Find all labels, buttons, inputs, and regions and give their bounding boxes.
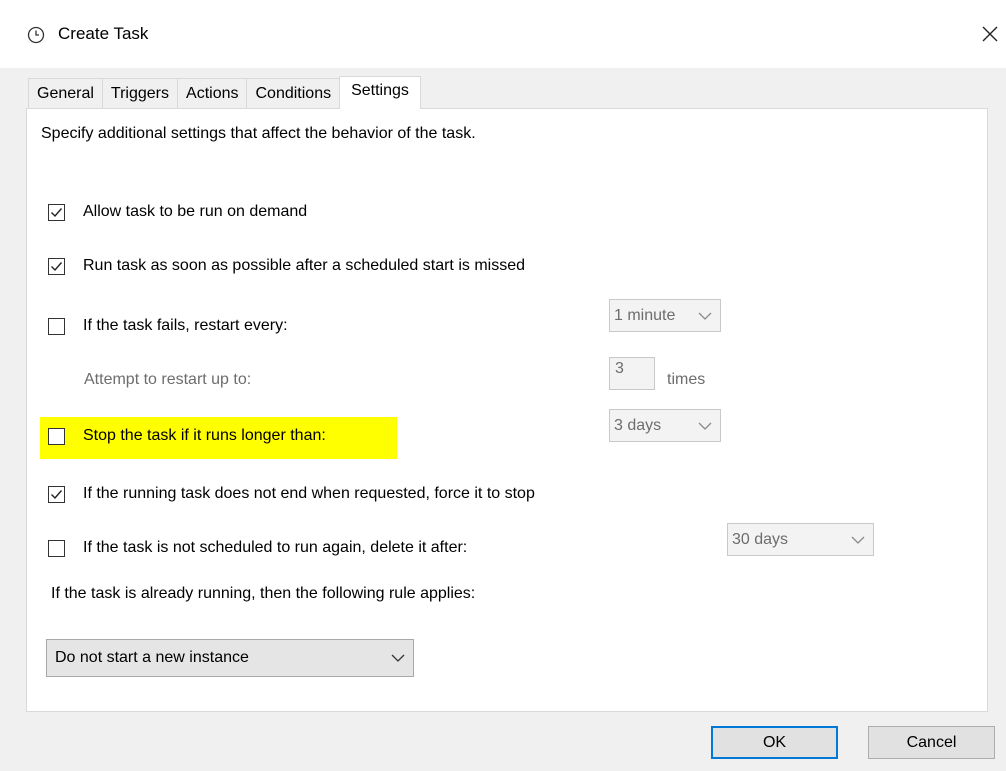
restart-every-label: If the task fails, restart every: — [83, 317, 288, 334]
stop-duration-value: 3 days — [614, 416, 662, 434]
create-task-dialog: Create Task General Triggers Actions Con… — [0, 0, 1006, 771]
tab-triggers[interactable]: Triggers — [101, 78, 179, 109]
checkmark-icon — [51, 489, 63, 499]
force-stop-checkbox[interactable] — [48, 485, 65, 503]
tab-conditions[interactable]: Conditions — [246, 78, 341, 109]
title-bar: Create Task — [0, 0, 1006, 68]
restart-attempts-unit: times — [667, 371, 706, 388]
restart-attempts-input[interactable]: 3 — [609, 357, 655, 390]
allow-on-demand-checkbox[interactable] — [48, 203, 65, 221]
delete-after-select[interactable]: 30 days — [727, 523, 874, 556]
tab-settings[interactable]: Settings — [339, 76, 421, 109]
restart-interval-value: 1 minute — [614, 306, 676, 324]
allow-on-demand-label: Allow task to be run on demand — [83, 203, 308, 220]
close-button[interactable] — [974, 14, 1006, 54]
close-icon — [982, 26, 998, 42]
stop-duration-select[interactable]: 3 days — [609, 409, 721, 442]
delete-after-label: If the task is not scheduled to run agai… — [83, 539, 468, 556]
restart-interval-select[interactable]: 1 minute — [609, 299, 721, 332]
chevron-down-icon — [851, 536, 865, 544]
stop-if-longer-row: Stop the task if it runs longer than: — [48, 427, 326, 445]
run-asap-label: Run task as soon as possible after a sch… — [83, 257, 525, 274]
cancel-button[interactable]: Cancel — [868, 726, 995, 759]
checkmark-icon — [51, 207, 63, 217]
restart-every-row: If the task fails, restart every: — [48, 317, 288, 335]
stop-if-longer-checkbox[interactable] — [48, 427, 65, 445]
running-rule-value: Do not start a new instance — [55, 649, 249, 666]
ok-button[interactable]: OK — [711, 726, 838, 759]
run-asap-row: Run task as soon as possible after a sch… — [48, 257, 525, 275]
chevron-down-icon — [698, 312, 712, 320]
delete-after-value: 30 days — [732, 530, 789, 548]
restart-attempts-label: Attempt to restart up to: — [84, 371, 252, 388]
window-border — [0, 68, 8, 771]
delete-after-row: If the task is not scheduled to run agai… — [48, 539, 467, 557]
restart-every-checkbox[interactable] — [48, 317, 65, 335]
allow-on-demand-row: Allow task to be run on demand — [48, 203, 307, 221]
chevron-down-icon — [391, 654, 405, 662]
window-title: Create Task — [58, 24, 149, 43]
stop-if-longer-label: Stop the task if it runs longer than: — [83, 427, 326, 444]
settings-panel: Specify additional settings that affect … — [26, 108, 988, 712]
running-rule-select[interactable]: Do not start a new instance — [46, 639, 414, 677]
tab-strip: General Triggers Actions Conditions Sett… — [28, 76, 421, 109]
delete-after-checkbox[interactable] — [48, 539, 65, 557]
tab-actions[interactable]: Actions — [177, 78, 248, 109]
checkmark-icon — [51, 261, 63, 271]
settings-description: Specify additional settings that affect … — [41, 125, 476, 142]
chevron-down-icon — [698, 422, 712, 430]
force-stop-label: If the running task does not end when re… — [83, 485, 535, 502]
run-asap-checkbox[interactable] — [48, 257, 65, 275]
running-rule-label: If the task is already running, then the… — [51, 585, 476, 602]
clock-icon — [27, 26, 45, 44]
force-stop-row: If the running task does not end when re… — [48, 485, 535, 503]
tab-general[interactable]: General — [28, 78, 103, 109]
